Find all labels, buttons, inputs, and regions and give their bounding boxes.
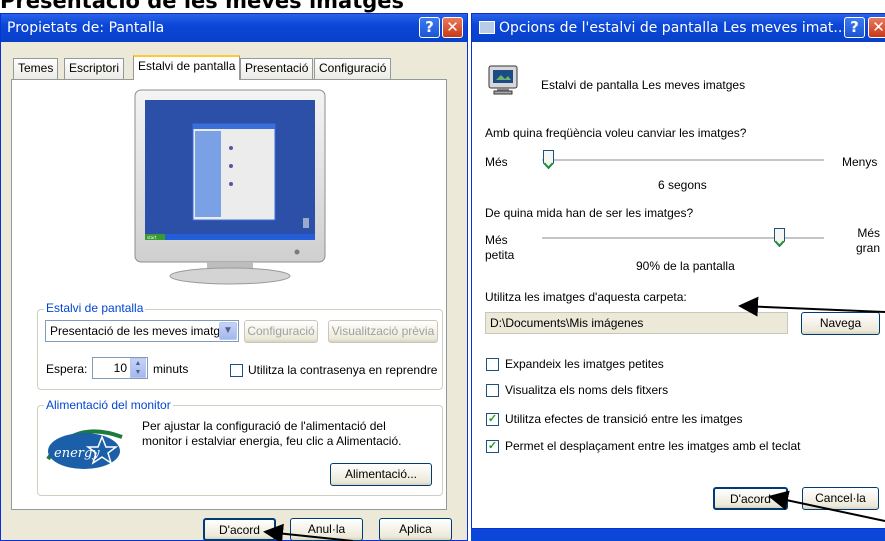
monitor-power-group-label: Alimentació del monitor	[44, 398, 173, 412]
wait-minutes-value: 10	[113, 361, 127, 375]
frequency-track	[542, 159, 824, 162]
help-icon[interactable]: ?	[419, 17, 440, 38]
expand-images-label: Expandeix les imatges petites	[505, 357, 664, 371]
screensaver-select-value: Presentació de les meves imatg	[50, 324, 221, 338]
frequency-value: 6 segons	[658, 178, 707, 192]
preview-start-label: start	[147, 235, 157, 240]
tab-estalvi-de-pantalla[interactable]: Estalvi de pantalla	[133, 55, 241, 80]
transition-effects-checkbox[interactable]: ✓	[486, 413, 499, 426]
options-ok-button[interactable]: D'acord	[713, 487, 788, 510]
window-title: Propietats de: Pantalla	[7, 20, 165, 36]
folder-path-value: D:\Documents\Mis imágenes	[490, 316, 644, 330]
options-cancel-button[interactable]: Cancel·la	[802, 487, 879, 510]
size-value: 90% de la pantalla	[636, 259, 735, 273]
show-filenames-label: Visualitza els noms dels fitxers	[505, 383, 669, 397]
spin-arrows-icon[interactable]: ▲ ▼	[130, 358, 146, 378]
settings-button[interactable]: Configuració	[244, 320, 318, 343]
dropdown-arrow-icon[interactable]: ▼	[219, 322, 237, 340]
page-heading: Presentació de les meves imatges	[0, 0, 405, 13]
wait-label: Espera:	[46, 362, 88, 376]
apply-button[interactable]: Aplica	[379, 518, 452, 541]
size-question: De quina mida han de ser les imatges?	[485, 206, 694, 220]
frequency-question: Amb quina freqüència voleu canviar les i…	[485, 126, 747, 140]
screensaver-group-label: Estalvi de pantalla	[44, 301, 146, 315]
cancel-button[interactable]: Anul·la	[290, 518, 363, 541]
tab-temes[interactable]: Temes	[13, 58, 59, 79]
options-close-icon[interactable]: ✕	[868, 17, 885, 38]
size-right-label: Més gran	[855, 226, 880, 255]
expand-images-checkbox[interactable]	[486, 358, 499, 371]
show-filenames-checkbox[interactable]	[486, 384, 499, 397]
size-slider-thumb[interactable]	[773, 228, 785, 247]
password-checkbox[interactable]	[230, 364, 243, 377]
options-header-text: Estalvi de pantalla Les meves imatges	[541, 78, 746, 92]
preview-button[interactable]: Visualització prèvia	[328, 320, 438, 343]
display-icon	[488, 65, 518, 95]
password-checkbox-label: Utilitza la contrasenya en reprendre	[248, 363, 438, 377]
display-properties-titlebar[interactable]: Propietats de: Pantalla ? ✕	[1, 14, 467, 42]
keyboard-scroll-checkbox[interactable]: ✓	[486, 440, 499, 453]
options-window-bottom-edge	[471, 529, 885, 541]
ok-button[interactable]: D'acord	[203, 518, 276, 541]
energy-logo-text: energy	[54, 446, 100, 461]
folder-label: Utilitza les imatges d'aquesta carpeta:	[485, 290, 687, 304]
options-titlebar[interactable]: Opcions de l'estalvi de pantalla Les mev…	[472, 14, 885, 42]
folder-path-field[interactable]: D:\Documents\Mis imágenes	[485, 312, 788, 334]
options-window-icon	[479, 21, 495, 34]
keyboard-scroll-label: Permet el desplaçament entre les imatges…	[505, 439, 801, 453]
size-left-label: Més petita	[485, 233, 515, 262]
tab-configuracio[interactable]: Configuració	[314, 58, 392, 79]
frequency-right-label: Menys	[842, 155, 878, 169]
wait-unit-label: minuts	[153, 362, 189, 376]
frequency-slider-thumb[interactable]	[542, 150, 554, 169]
screensaver-select[interactable]: Presentació de les meves imatg	[45, 320, 239, 342]
tab-presentacio[interactable]: Presentació	[240, 58, 314, 79]
monitor-preview: start	[134, 89, 326, 285]
power-info-text: Per ajustar la configuració de l'aliment…	[142, 419, 402, 448]
power-button[interactable]: Alimentació...	[330, 463, 432, 486]
options-help-icon[interactable]: ?	[844, 17, 865, 38]
options-window-title: Opcions de l'estalvi de pantalla Les mev…	[499, 20, 847, 36]
frequency-left-label: Més	[485, 155, 508, 169]
close-icon[interactable]: ✕	[442, 17, 463, 38]
browse-button[interactable]: Navega	[801, 312, 880, 335]
tab-escriptori[interactable]: Escriptori	[64, 58, 125, 79]
transition-effects-label: Utilitza efectes de transició entre les …	[505, 412, 743, 426]
energy-star-logo: energy	[44, 423, 126, 473]
